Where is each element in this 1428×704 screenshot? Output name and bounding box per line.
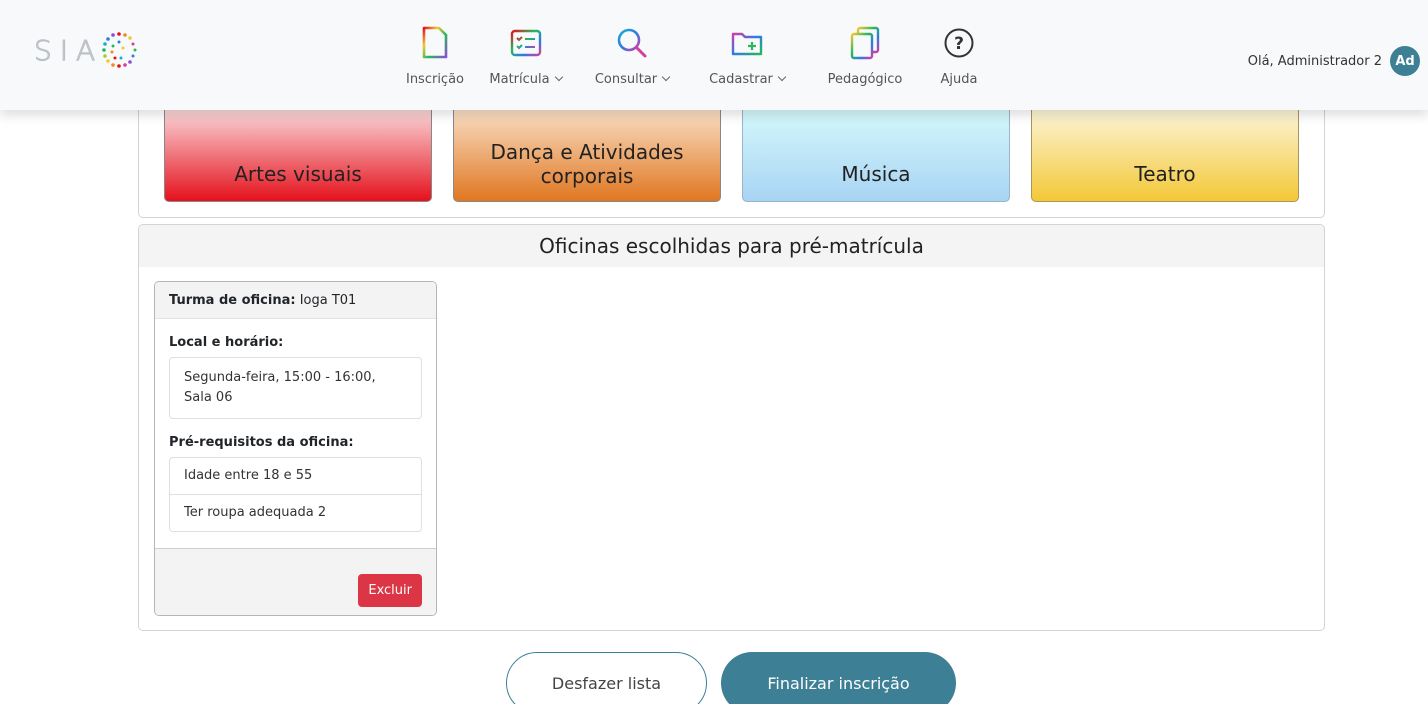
list-item: Ter roupa adequada 2 [170, 494, 421, 531]
logo-dots-icon [97, 30, 141, 70]
turma-header: Turma de oficina: Ioga T01 [155, 282, 436, 319]
siac-logo[interactable]: SIA [33, 30, 141, 70]
category-musica-button[interactable]: Música [742, 101, 1010, 202]
nav-ajuda[interactable]: ? Ajuda [923, 26, 995, 87]
section-title: Oficinas escolhidas para pré-matrícula [139, 225, 1324, 267]
search-icon [615, 26, 649, 60]
list-item: Idade entre 18 e 55 [184, 468, 313, 483]
nav-ajuda-label: Ajuda [940, 72, 978, 87]
prereq-list: Idade entre 18 e 55 Ter roupa adequada 2 [169, 457, 422, 532]
nav-matricula[interactable]: Matrícula [474, 26, 577, 87]
turma-card: Turma de oficina: Ioga T01 Local e horár… [154, 281, 437, 616]
document-icon [418, 26, 452, 60]
nav-cadastrar[interactable]: Cadastrar [687, 26, 807, 87]
selected-workshops-card: Oficinas escolhidas para pré-matrícula T… [138, 224, 1325, 631]
main-nav: Inscrição Matrícula Consultar Cadastrar … [396, 26, 995, 87]
prereq-title: Pré-requisitos da oficina: [169, 435, 354, 450]
user-greeting: Olá, Administrador 2 [1247, 53, 1382, 69]
location-item: Segunda-feira, 15:00 - 16:00, Sala 06 [184, 370, 376, 405]
category-artes-visuais-button[interactable]: Artes visuais [164, 101, 432, 202]
user-menu[interactable]: Olá, Administrador 2 Ad [1248, 46, 1420, 76]
checklist-icon [509, 26, 543, 60]
turma-name: Ioga T01 [299, 293, 357, 308]
nav-pedagogico-label: Pedagógico [827, 72, 903, 87]
nav-consultar[interactable]: Consultar [577, 26, 687, 87]
location-box: Segunda-feira, 15:00 - 16:00, Sala 06 [169, 357, 422, 419]
turma-label: Turma de oficina: [169, 293, 296, 308]
top-navbar: SIA Inscrição Matrícula Consultar Cadast… [0, 0, 1428, 110]
turma-footer: Excluir [155, 548, 436, 615]
chevron-down-icon [661, 72, 671, 82]
location-title: Local e horário: [169, 335, 284, 350]
undo-list-button[interactable]: Desfazer lista [506, 652, 707, 704]
nav-pedagogico[interactable]: Pedagógico [807, 26, 923, 87]
logo-text: SIA [33, 33, 104, 67]
chevron-down-icon [777, 72, 787, 82]
category-label: Teatro [1134, 162, 1196, 186]
category-teatro-button[interactable]: Teatro [1031, 101, 1299, 202]
svg-text:?: ? [954, 34, 964, 54]
folder-plus-icon [730, 26, 764, 60]
category-label: Dança e Atividades corporais [490, 140, 684, 188]
nav-inscricao-label: Inscrição [405, 72, 465, 87]
category-label: Artes visuais [234, 162, 362, 186]
category-danca-button[interactable]: Dança e Atividades corporais [453, 101, 721, 202]
category-label: Música [841, 162, 911, 186]
nav-cadastrar-label: Cadastrar [709, 72, 773, 87]
pages-icon [848, 26, 882, 60]
nav-inscricao[interactable]: Inscrição [396, 26, 474, 87]
finish-enrollment-button[interactable]: Finalizar inscrição [721, 652, 956, 704]
avatar[interactable]: Ad [1390, 46, 1420, 76]
nav-consultar-label: Consultar [594, 72, 658, 87]
nav-matricula-label: Matrícula [489, 72, 550, 87]
help-icon: ? [942, 26, 976, 60]
chevron-down-icon [554, 72, 563, 82]
delete-button[interactable]: Excluir [358, 574, 422, 607]
